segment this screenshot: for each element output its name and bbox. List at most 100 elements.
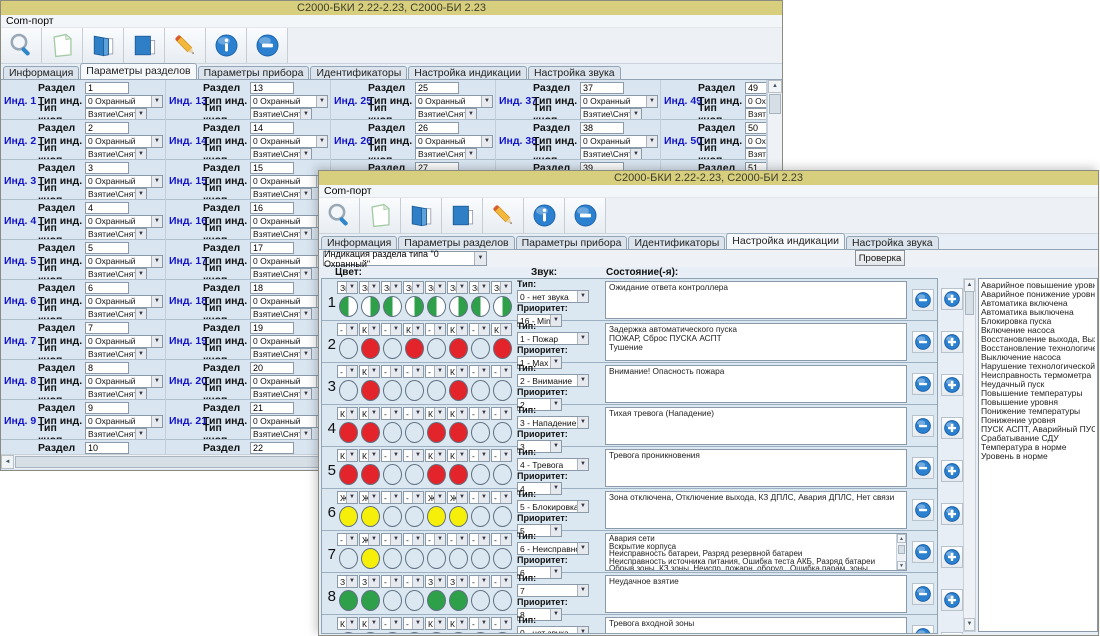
led-color-select[interactable]: -▼ bbox=[403, 365, 424, 378]
led-color-select[interactable]: -▼ bbox=[491, 575, 512, 588]
led-color-select[interactable]: -▼ bbox=[447, 533, 468, 546]
sound-type-select[interactable]: 2 - Внимание▼ bbox=[517, 374, 589, 387]
indication-type-combo[interactable]: Индикация раздела типа "0 Охранный" ▼ bbox=[323, 251, 487, 266]
button-type-select[interactable]: Взятие\Снятие▼ bbox=[85, 388, 147, 401]
new-file-button[interactable] bbox=[42, 28, 83, 63]
indicator-type-select[interactable]: 0 Охранный▼ bbox=[250, 335, 328, 348]
led-color-select[interactable]: Зп▼ bbox=[359, 281, 380, 294]
event-list-item[interactable]: Неисправность термометра bbox=[981, 371, 1095, 380]
state-scrollbar[interactable]: ▲▼ bbox=[896, 534, 906, 570]
led-color-select[interactable]: -▼ bbox=[403, 533, 424, 546]
button-type-select[interactable]: Взятие\Снятие▼ bbox=[745, 108, 766, 121]
sound-type-select[interactable]: 0 - нет звука▼ bbox=[517, 290, 589, 303]
razdel-input[interactable] bbox=[85, 362, 129, 374]
event-list-item[interactable]: Автоматика выключена bbox=[981, 308, 1095, 317]
open-folder-button[interactable] bbox=[401, 198, 442, 233]
led-color-select[interactable]: К▼ bbox=[447, 449, 468, 462]
remove-state-button[interactable] bbox=[912, 541, 934, 563]
add-state-button[interactable] bbox=[941, 546, 963, 568]
button-type-select[interactable]: Взятие\Снятие▼ bbox=[250, 148, 312, 161]
led-color-select[interactable]: К▼ bbox=[337, 617, 358, 630]
rows-vertical-scrollbar[interactable]: ▲ ▼ bbox=[963, 278, 976, 632]
button-type-select[interactable]: Взятие\Снятие▼ bbox=[745, 148, 766, 161]
led-color-select[interactable]: -▼ bbox=[469, 365, 490, 378]
sound-type-select[interactable]: 7▼ bbox=[517, 584, 589, 597]
sound-type-select[interactable]: 1 - Пожар▼ bbox=[517, 332, 589, 345]
event-list-item[interactable]: Температура в норме bbox=[981, 443, 1095, 452]
remove-state-button[interactable] bbox=[912, 499, 934, 521]
led-color-select[interactable]: -▼ bbox=[381, 617, 402, 630]
led-color-select[interactable]: -▼ bbox=[403, 449, 424, 462]
led-color-select[interactable]: Ж▼ bbox=[425, 491, 446, 504]
indicator-type-select[interactable]: 0 Охранный▼ bbox=[85, 175, 163, 188]
led-color-select[interactable]: Зп▼ bbox=[381, 281, 402, 294]
indicator-type-select[interactable]: 0 Охранный▼ bbox=[250, 135, 328, 148]
led-color-select[interactable]: Ж▼ bbox=[359, 491, 380, 504]
razdel-input[interactable] bbox=[85, 242, 129, 254]
indicator-type-select[interactable]: 0 Охранный▼ bbox=[85, 375, 163, 388]
led-color-select[interactable]: -▼ bbox=[381, 449, 402, 462]
button-type-select[interactable]: Взятие\Снятие▼ bbox=[415, 108, 477, 121]
led-color-select[interactable]: К▼ bbox=[447, 365, 468, 378]
event-list-item[interactable]: Аварийное понижение уровня bbox=[981, 290, 1095, 299]
led-color-select[interactable]: К▼ bbox=[359, 365, 380, 378]
button-type-select[interactable]: Взятие\Снятие▼ bbox=[250, 428, 312, 441]
led-color-select[interactable]: К▼ bbox=[425, 449, 446, 462]
razdel-input[interactable] bbox=[85, 162, 129, 174]
event-list-item[interactable]: Выключение насоса bbox=[981, 353, 1095, 362]
button-type-select[interactable]: Взятие\Снятие▼ bbox=[85, 108, 147, 121]
led-color-select[interactable]: -▼ bbox=[381, 491, 402, 504]
razdel-input[interactable] bbox=[580, 82, 624, 94]
state-textarea[interactable]: Неудачное взятие bbox=[605, 575, 907, 613]
search-button[interactable] bbox=[1, 28, 42, 63]
razdel-input[interactable] bbox=[250, 402, 294, 414]
led-color-select[interactable]: З▼ bbox=[425, 575, 446, 588]
razdel-input[interactable] bbox=[250, 202, 294, 214]
razdel-input[interactable] bbox=[250, 442, 294, 454]
led-color-select[interactable]: К▼ bbox=[359, 449, 380, 462]
led-color-select[interactable]: -▼ bbox=[491, 407, 512, 420]
new-file-button[interactable] bbox=[360, 198, 401, 233]
indicator-type-select[interactable]: 0 Охранный▼ bbox=[85, 295, 163, 308]
save-folder-button[interactable] bbox=[124, 28, 165, 63]
indicator-type-select[interactable]: 0 Охранный▼ bbox=[250, 255, 328, 268]
indicator-type-select[interactable]: 0 Охранный▼ bbox=[250, 175, 328, 188]
scroll-up-arrow[interactable]: ▲ bbox=[897, 534, 906, 543]
led-color-select[interactable]: Зп▼ bbox=[469, 281, 490, 294]
razdel-input[interactable] bbox=[415, 122, 459, 134]
event-list-item[interactable]: Уровень в норме bbox=[981, 452, 1095, 461]
razdel-input[interactable] bbox=[250, 322, 294, 334]
button-type-select[interactable]: Взятие\Снятие▼ bbox=[85, 428, 147, 441]
button-type-select[interactable]: Взятие\Снятие▼ bbox=[580, 108, 642, 121]
indicator-type-select[interactable]: 0 Охранный▼ bbox=[580, 95, 658, 108]
led-color-select[interactable]: К▼ bbox=[337, 449, 358, 462]
tab-Идентификаторы[interactable]: Идентификаторы bbox=[628, 236, 725, 249]
event-list-item[interactable]: Понижение температуры bbox=[981, 407, 1095, 416]
sound-type-select[interactable]: 3 - Нападение▼ bbox=[517, 416, 589, 429]
razdel-input[interactable] bbox=[250, 82, 294, 94]
led-color-select[interactable]: -▼ bbox=[381, 533, 402, 546]
state-textarea[interactable]: Задержка автоматического пуска ПОЖАР, Сб… bbox=[605, 323, 907, 361]
event-list-item[interactable]: Блокировка пуска bbox=[981, 317, 1095, 326]
indicator-type-select[interactable]: 0 Охранный▼ bbox=[580, 135, 658, 148]
sound-type-select[interactable]: 4 - Тревога▼ bbox=[517, 458, 589, 471]
open-folder-button[interactable] bbox=[83, 28, 124, 63]
event-list-item[interactable]: Неудачный пуск bbox=[981, 380, 1095, 389]
menu-com-port[interactable]: Com-порт bbox=[6, 15, 54, 27]
tab-Информация[interactable]: Информация bbox=[321, 236, 397, 249]
info-button[interactable] bbox=[206, 28, 247, 63]
led-color-select[interactable]: -▼ bbox=[425, 533, 446, 546]
add-state-button[interactable] bbox=[941, 589, 963, 611]
razdel-input[interactable] bbox=[250, 242, 294, 254]
led-color-select[interactable]: -▼ bbox=[469, 617, 490, 630]
indicator-type-select[interactable]: 0 Охранный▼ bbox=[85, 215, 163, 228]
led-color-select[interactable]: Зп▼ bbox=[403, 281, 424, 294]
led-color-select[interactable]: К▼ bbox=[403, 323, 424, 336]
event-list-item[interactable]: Повышение температуры bbox=[981, 389, 1095, 398]
add-state-button[interactable] bbox=[941, 288, 963, 310]
indicator-type-select[interactable]: 0 Охранный▼ bbox=[250, 215, 328, 228]
indicator-type-select[interactable]: 0 Охранный▼ bbox=[85, 135, 163, 148]
add-state-button[interactable] bbox=[941, 417, 963, 439]
led-color-select[interactable]: -▼ bbox=[469, 449, 490, 462]
led-color-select[interactable]: -▼ bbox=[381, 407, 402, 420]
